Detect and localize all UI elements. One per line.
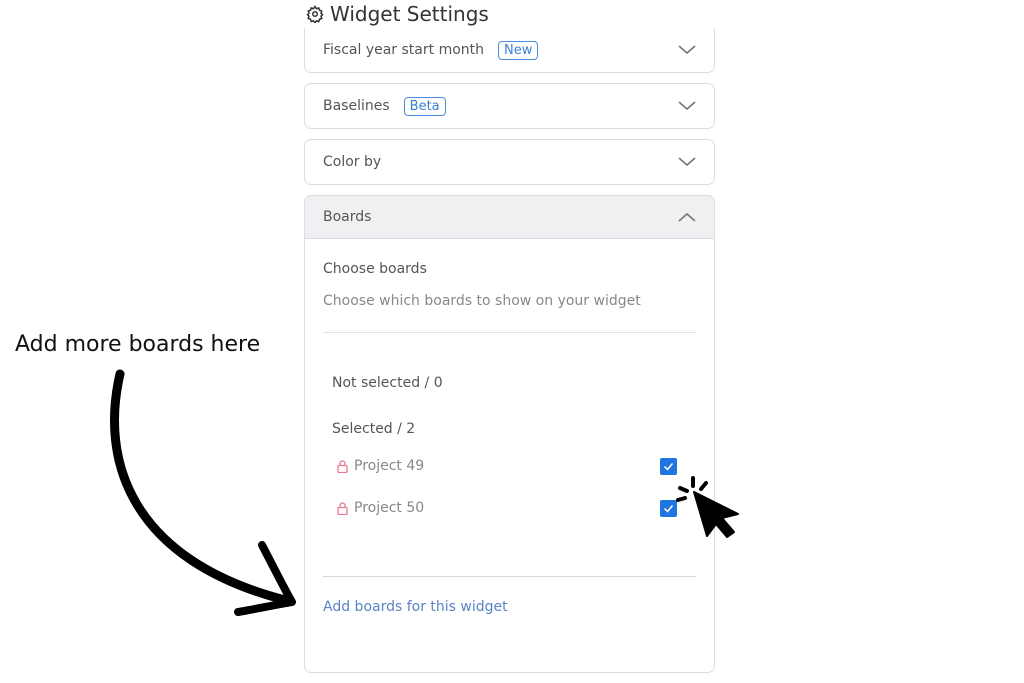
- curved-arrow-icon: [110, 369, 296, 616]
- cursor-click-icon: [676, 476, 739, 538]
